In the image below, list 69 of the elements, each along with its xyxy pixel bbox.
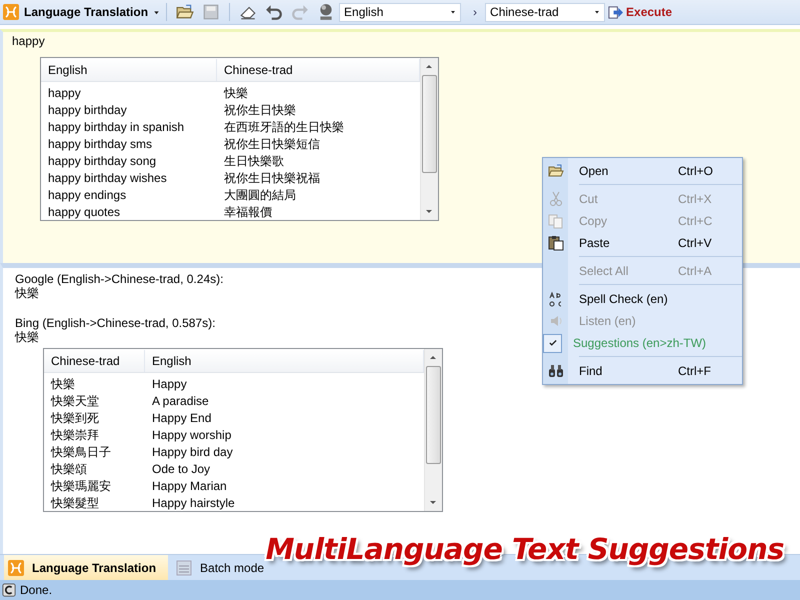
table-cell-text: 快樂 (222, 85, 249, 102)
table-cell-text: 快樂到死 (50, 410, 100, 427)
result-heading: Bing (English->Chinese-trad, 0.587s): (15, 316, 216, 330)
caret-icon[interactable] (449, 8, 458, 16)
table-cell-text: 祝你生日快樂祝福 (223, 170, 321, 187)
menu-item[interactable]: Spell Check (en) (543, 288, 742, 310)
checkmark-icon (548, 338, 558, 348)
source-language-dropdown[interactable]: English (339, 2, 462, 22)
open-folder-icon (548, 163, 564, 179)
table-cell-text: Happy Marian (151, 478, 228, 495)
scrollbar[interactable] (420, 58, 438, 220)
table-cell-text: happy birthday wishes (47, 170, 168, 187)
table-cell-text: happy quotes (47, 204, 122, 221)
status-icon (2, 583, 16, 597)
app-title: Language Translation (24, 5, 148, 19)
status-text: Done. (20, 583, 52, 597)
table-cell-text: 生日快樂歌 (223, 153, 285, 170)
spell-check-icon (548, 291, 564, 307)
binoculars-icon (548, 363, 564, 379)
table-cell-text: A paradise (151, 393, 210, 410)
table-cell-text: Happy hairstyle (151, 495, 236, 512)
execute-icon (608, 4, 624, 20)
table-cell-text: 在西班牙語的生日快樂 (223, 119, 345, 136)
table-cell-text: Happy worship (151, 427, 232, 444)
app-logo-icon (8, 560, 24, 576)
target-language-dropdown[interactable]: Chinese-trad (485, 2, 606, 22)
table-cell-text: 快樂頌 (50, 461, 88, 478)
table-cell-text: happy endings (47, 187, 128, 204)
table-cell-text: 快樂髮型 (50, 495, 100, 512)
table-cell-text: happy birthday in spanish (47, 119, 186, 136)
table-cell-text: 快樂 (50, 376, 76, 393)
table-cell-text: happy (47, 85, 82, 102)
execute-button[interactable]: Execute (605, 1, 676, 23)
menu-item[interactable]: Open Ctrl+O (543, 160, 742, 182)
app-logo-icon (3, 4, 19, 20)
caret-icon[interactable] (593, 8, 602, 16)
table-cell-text: 大團圓的結局 (223, 187, 297, 204)
scissors-icon (548, 191, 564, 207)
result-heading: Google (English->Chinese-trad, 0.24s): (15, 272, 224, 286)
copy-icon (548, 213, 564, 229)
table-cell-text: Ode to Joy (151, 461, 212, 478)
menu-item[interactable]: Paste Ctrl+V (543, 232, 742, 254)
list-icon (176, 560, 192, 576)
input-text[interactable]: happy (3, 32, 800, 49)
table-cell-text: happy birthday (47, 102, 128, 119)
result-text: 快樂 (15, 330, 39, 344)
clipboard-icon (548, 235, 564, 251)
table-cell-text: happy birthday song (47, 153, 158, 170)
open-folder-icon[interactable] (176, 3, 194, 21)
table-cell-text: 快樂瑪麗安 (50, 478, 112, 495)
table-cell-text: happy birthday sms (47, 136, 154, 153)
scrollbar[interactable] (424, 349, 442, 511)
arrow-separator: › (473, 5, 478, 19)
bottom-tab[interactable]: Language Translation (4, 555, 168, 580)
caption-text: MultiLanguage Text Suggestions (266, 532, 784, 566)
table-cell-text: 幸福報價 (223, 204, 273, 221)
table-cell-text: Happy bird day (151, 444, 234, 461)
table-cell-text: 祝你生日快樂 (223, 102, 297, 119)
table-cell-text: 快樂鳥日子 (50, 444, 112, 461)
table-cell-text: Happy End (151, 410, 212, 427)
column-header[interactable]: English (41, 59, 217, 81)
table-cell-text: 祝你生日快樂短信 (223, 136, 321, 153)
table-cell-text: Happy (151, 376, 188, 393)
column-header[interactable]: Chinese-trad (44, 350, 145, 372)
table-cell-text: 快樂天堂 (50, 393, 100, 410)
result-text: 快樂 (15, 286, 39, 300)
undo-icon[interactable] (265, 3, 284, 21)
table-cell-text: 快樂崇拜 (50, 427, 100, 444)
menu-item[interactable]: Find Ctrl+F (543, 360, 742, 382)
